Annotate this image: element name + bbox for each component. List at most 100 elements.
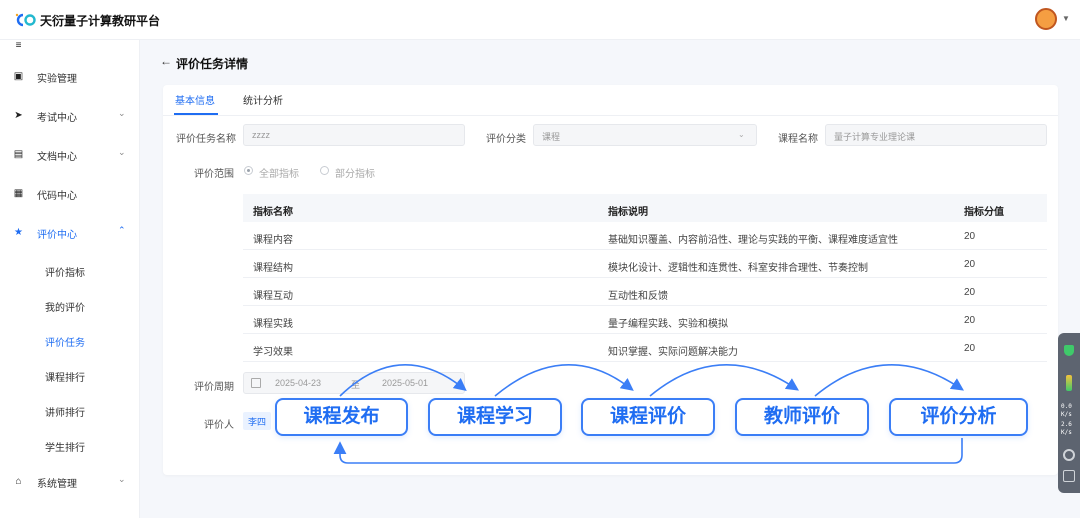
- tab-statistics[interactable]: 统计分析: [243, 92, 283, 107]
- cell-name: 课程内容: [253, 235, 293, 246]
- sidebar-item-label: 系统管理: [37, 479, 77, 490]
- sidebar-item-label: 文档中心: [37, 152, 77, 163]
- table-row: 课程内容 基础知识覆盖、内容前沿性、理论与实践的平衡、课程难度适宜性 20: [243, 222, 1047, 250]
- table-header: 指标名称 指标说明 指标分值: [243, 194, 1047, 222]
- column-header-name: 指标名称: [253, 207, 293, 218]
- floating-toolbar[interactable]: 0.0 K/s 2.6 K/s: [1058, 333, 1080, 493]
- period-label: 评价周期: [194, 382, 234, 393]
- flow-step-teacher-evaluation[interactable]: 教师评价: [735, 398, 869, 436]
- sidebar-subitem-lecturer-ranking[interactable]: 讲师排行: [0, 393, 139, 427]
- app-brand: 天衍量子计算教研平台: [40, 14, 161, 28]
- cell-score: 20: [964, 287, 976, 298]
- scope-partial-radio[interactable]: [320, 166, 329, 175]
- sidebar-item-label: 代码中心: [37, 191, 77, 202]
- sidebar-subitem-evaluation-tasks[interactable]: 评价任务: [0, 323, 139, 357]
- table-row: 课程互动 互动性和反馈 20: [243, 278, 1047, 306]
- sidebar-subitem-my-evaluations[interactable]: 我的评价: [0, 288, 139, 322]
- table-row: 课程结构 模块化设计、逻辑性和连贯性、科室安排合理性、节奏控制 20: [243, 250, 1047, 278]
- column-header-score: 指标分值: [964, 207, 1004, 218]
- sidebar-subitem-label: 评价任务: [45, 338, 85, 349]
- toggle-icon[interactable]: [1063, 449, 1075, 461]
- scope-partial-label: 部分指标: [335, 169, 375, 180]
- sidebar-item-documents[interactable]: ▤ 文档中心 ⌄: [0, 137, 139, 171]
- cell-description: 互动性和反馈: [608, 291, 668, 302]
- chevron-down-icon: ⌄: [118, 108, 126, 118]
- chevron-down-icon[interactable]: ▼: [1062, 14, 1070, 23]
- cell-name: 课程结构: [253, 263, 293, 274]
- cell-name: 课程互动: [253, 291, 293, 302]
- cell-score: 20: [964, 343, 976, 354]
- code-icon: ▦: [13, 188, 24, 199]
- sidebar-item-label: 实验管理: [37, 74, 77, 85]
- category-label: 评价分类: [486, 134, 526, 145]
- evaluator-tag: 李四: [243, 412, 272, 430]
- evaluator-label: 评价人: [204, 420, 234, 431]
- top-bar: 天衍量子计算教研平台 ▼: [0, 0, 1080, 40]
- task-name-label: 评价任务名称: [176, 134, 236, 145]
- shield-icon[interactable]: [1064, 345, 1074, 356]
- course-label: 课程名称: [778, 134, 818, 145]
- sidebar-subitem-course-ranking[interactable]: 课程排行: [0, 358, 139, 392]
- menu-icon: ≡: [15, 40, 22, 51]
- cell-name: 学习效果: [253, 347, 293, 358]
- cell-description: 基础知识覆盖、内容前沿性、理论与实践的平衡、课程难度适宜性: [608, 235, 898, 246]
- scope-all-label: 全部指标: [259, 169, 299, 180]
- period-separator: 至: [351, 380, 361, 390]
- sidebar-subitem-student-ranking[interactable]: 学生排行: [0, 428, 139, 462]
- sidebar-subitem-label: 我的评价: [45, 303, 85, 314]
- cell-description: 知识掌握、实际问题解决能力: [608, 347, 738, 358]
- user-avatar[interactable]: [1035, 8, 1057, 30]
- column-header-description: 指标说明: [608, 207, 648, 218]
- sidebar-subitem-label: 讲师排行: [45, 408, 85, 419]
- task-name-input[interactable]: zzzz: [243, 124, 465, 146]
- sidebar-item-system[interactable]: ⌂ 系统管理 ⌄: [0, 464, 139, 498]
- scope-label: 评价范围: [194, 169, 234, 180]
- experiment-icon: ▣: [13, 71, 24, 82]
- table-row: 学习效果 知识掌握、实际问题解决能力 20: [243, 334, 1047, 362]
- flow-step-course-study[interactable]: 课程学习: [428, 398, 562, 436]
- sidebar-item-code[interactable]: ▦ 代码中心: [0, 176, 139, 210]
- sidebar-subitem-label: 评价指标: [45, 268, 85, 279]
- cell-score: 20: [964, 259, 976, 270]
- cell-name: 课程实践: [253, 319, 293, 330]
- period-start: 2025-04-23: [275, 378, 322, 388]
- home-icon: ⌂: [15, 476, 22, 487]
- chevron-up-icon: ⌃: [118, 225, 126, 235]
- sidebar-item-experiment[interactable]: ▣ 实验管理: [0, 59, 139, 93]
- tab-basic-info[interactable]: 基本信息: [175, 92, 215, 107]
- exam-icon: ➤: [14, 110, 23, 121]
- tab-divider: [163, 115, 1058, 116]
- status-bar-icon: [1066, 375, 1072, 391]
- sidebar-item-exam[interactable]: ➤ 考试中心 ⌄: [0, 98, 139, 132]
- back-arrow-icon[interactable]: ←: [160, 54, 172, 68]
- page-title: 评价任务详情: [176, 57, 249, 71]
- upload-speed: 0.0: [1061, 403, 1072, 410]
- download-unit: K/s: [1061, 429, 1072, 436]
- flow-step-course-publish[interactable]: 课程发布: [275, 398, 408, 436]
- download-speed: 2.6: [1061, 421, 1072, 428]
- logo-icon: [15, 13, 36, 27]
- sidebar-subitem-label: 学生排行: [45, 443, 85, 454]
- document-icon: ▤: [13, 149, 24, 160]
- cell-description: 量子编程实践、实验和模拟: [608, 319, 728, 330]
- table-row: 课程实践 量子编程实践、实验和模拟 20: [243, 306, 1047, 334]
- sidebar-item-evaluation[interactable]: ★ 评价中心 ⌃: [0, 215, 139, 249]
- cell-description: 模块化设计、逻辑性和连贯性、科室安排合理性、节奏控制: [608, 263, 868, 274]
- period-end: 2025-05-01: [382, 378, 429, 388]
- clipboard-icon[interactable]: [1063, 470, 1075, 482]
- category-select[interactable]: 课程: [533, 124, 757, 146]
- calendar-icon: [251, 378, 261, 388]
- chevron-down-icon: ⌄: [738, 130, 745, 139]
- star-icon: ★: [14, 227, 23, 238]
- scope-all-radio[interactable]: [244, 166, 253, 175]
- sidebar-subitem-indicators[interactable]: 评价指标: [0, 253, 139, 287]
- cell-score: 20: [964, 315, 976, 326]
- flow-step-course-evaluation[interactable]: 课程评价: [581, 398, 715, 436]
- period-range-picker[interactable]: 2025-04-23 至 2025-05-01: [243, 372, 465, 394]
- chevron-down-icon: ⌄: [118, 474, 126, 484]
- sidebar: ≡ ▣ 实验管理 ➤ 考试中心 ⌄ ▤ 文档中心 ⌄ ▦ 代码中心 ★ 评价中心…: [0, 40, 140, 518]
- course-input[interactable]: 量子计算专业理论课: [825, 124, 1047, 146]
- sidebar-item-label: 评价中心: [37, 230, 77, 241]
- flow-step-evaluation-analysis[interactable]: 评价分析: [889, 398, 1028, 436]
- chevron-down-icon: ⌄: [118, 147, 126, 157]
